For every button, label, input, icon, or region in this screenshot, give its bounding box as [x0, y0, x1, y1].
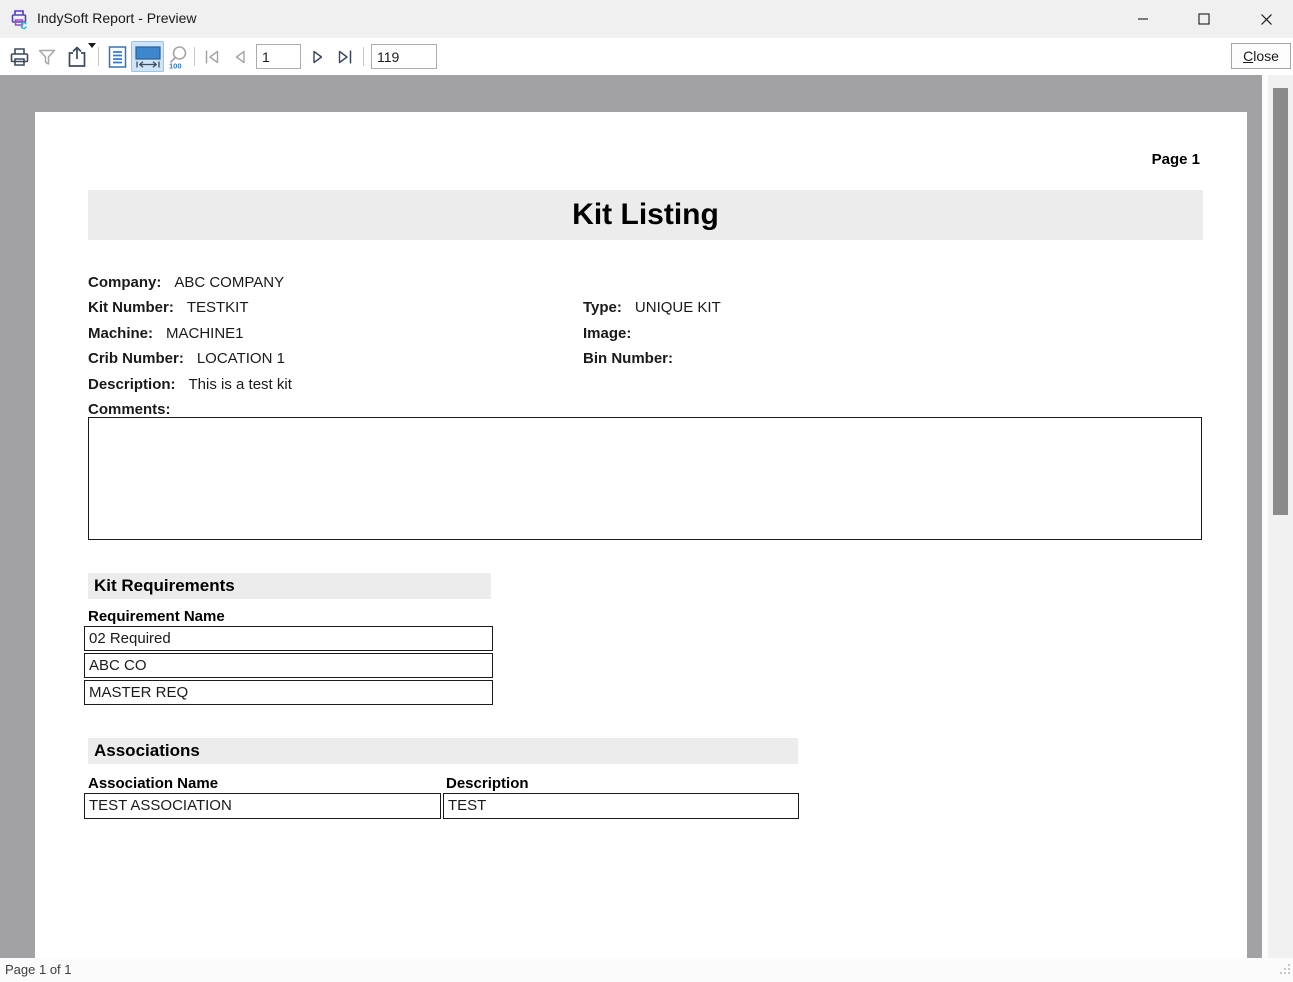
report-page-number: Page 1: [1152, 151, 1200, 168]
titlebar: c IndySoft Report - Preview: [0, 0, 1293, 38]
field-label: Bin Number:: [583, 350, 673, 367]
field-value: ABC COMPANY: [174, 274, 284, 291]
zoom-100-icon: 100: [165, 44, 190, 70]
resize-grip-icon[interactable]: [1279, 962, 1291, 980]
table-cell-association-name: TEST ASSOCIATION: [84, 793, 441, 819]
toolbar-separator: [363, 47, 364, 66]
table-row: MASTER REQ: [84, 680, 493, 705]
window-title: IndySoft Report - Preview: [37, 10, 197, 26]
report-page: Page 1 Kit Listing Company: ABC COMPANY K…: [35, 112, 1247, 958]
field-label: Machine:: [88, 325, 153, 342]
field-label: Description:: [88, 376, 176, 393]
whole-page-icon: [107, 45, 128, 69]
table-row: ABC CO: [84, 653, 493, 678]
field-bin-number: Bin Number:: [583, 346, 721, 371]
description-column-header: Description: [446, 775, 529, 792]
maximize-icon: [1199, 14, 1209, 24]
requirement-name-column-header: Requirement Name: [88, 608, 225, 625]
field-value: MACHINE1: [166, 325, 244, 342]
field-label: Kit Number:: [88, 299, 174, 316]
first-page-icon: [202, 48, 222, 66]
field-value: LOCATION 1: [197, 350, 285, 367]
field-value: UNIQUE KIT: [635, 299, 721, 316]
field-image: Image:: [583, 321, 721, 346]
field-company: Company: ABC COMPANY: [88, 270, 1198, 295]
last-page-button[interactable]: [332, 38, 358, 75]
comments-box: [88, 417, 1202, 540]
report-fields-right: Type: UNIQUE KIT Image: Bin Number:: [583, 295, 721, 371]
field-value: TESTKIT: [187, 299, 249, 316]
kit-requirements-table: 02 Required ABC CO MASTER REQ: [84, 626, 493, 707]
field-label: Company:: [88, 274, 161, 291]
next-page-icon: [309, 48, 327, 66]
field-label: Image:: [583, 325, 631, 342]
preview-area: Page 1 Kit Listing Company: ABC COMPANY K…: [0, 75, 1262, 958]
report-preview-window: c IndySoft Report - Preview: [0, 0, 1293, 982]
vertical-scrollbar[interactable]: [1268, 75, 1293, 958]
whole-page-view-button[interactable]: [104, 38, 131, 75]
page-number-input[interactable]: [256, 44, 301, 69]
next-page-button[interactable]: [306, 38, 330, 75]
association-name-column-header: Association Name: [88, 775, 218, 792]
field-type: Type: UNIQUE KIT: [583, 295, 721, 320]
export-button[interactable]: [62, 38, 92, 75]
export-dropdown-caret-icon[interactable]: [88, 43, 96, 48]
report-fields: Company: ABC COMPANY Kit Number: TESTKIT M…: [88, 270, 1198, 422]
table-cell-association-description: TEST: [443, 793, 799, 819]
table-row: 02 Required: [84, 626, 493, 651]
first-page-button[interactable]: [200, 38, 224, 75]
statusbar: Page 1 of 1: [0, 958, 1293, 982]
last-page-icon: [335, 48, 355, 66]
filter-button[interactable]: [35, 38, 59, 75]
field-value: This is a test kit: [189, 376, 292, 393]
zoom-100-label: 100: [169, 61, 182, 70]
svg-text:c: c: [20, 17, 27, 30]
toolbar-separator: [98, 47, 99, 66]
report-title: Kit Listing: [88, 190, 1203, 240]
page-width-icon: [134, 45, 162, 69]
field-label: Type:: [583, 299, 622, 316]
export-icon: [64, 44, 90, 69]
associations-section-title: Associations: [88, 738, 798, 764]
filter-icon: [37, 47, 57, 67]
close-button-label: lose: [1253, 48, 1279, 64]
close-window-button[interactable]: [1243, 0, 1289, 38]
field-description: Description: This is a test kit: [88, 372, 1198, 397]
page-count-status: Page 1 of 1: [5, 962, 72, 977]
zoom-100-button[interactable]: 100: [164, 38, 191, 75]
field-label: Crib Number:: [88, 350, 184, 367]
field-label: Comments:: [88, 401, 171, 418]
toolbar-separator: [194, 47, 195, 66]
previous-page-button[interactable]: [228, 38, 252, 75]
zoom-percent-input[interactable]: [371, 44, 437, 69]
maximize-button[interactable]: [1181, 0, 1227, 38]
close-button-mnemonic: C: [1243, 48, 1253, 64]
print-button[interactable]: [6, 38, 32, 75]
previous-page-icon: [231, 48, 249, 66]
scrollbar-thumb[interactable]: [1273, 88, 1288, 515]
toolbar: 100 C: [0, 38, 1293, 75]
print-icon: [8, 46, 31, 68]
indysoft-app-icon: c: [9, 8, 31, 30]
kit-requirements-section-title: Kit Requirements: [88, 573, 491, 599]
close-icon: [1261, 14, 1271, 24]
minimize-button[interactable]: [1120, 0, 1166, 38]
page-width-view-button[interactable]: [131, 41, 164, 72]
close-preview-button[interactable]: Close: [1231, 43, 1291, 69]
